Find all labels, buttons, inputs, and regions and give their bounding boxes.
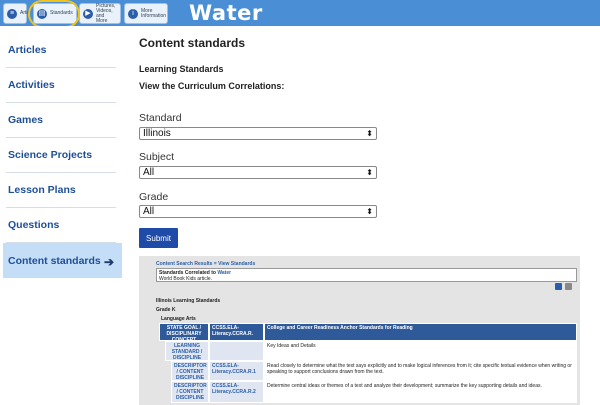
sidebar-item-label: Science Projects: [8, 148, 93, 161]
table-cell[interactable]: DESCRIPTOR / CONTENT DISCIPLINE: [171, 381, 209, 403]
standard-label: Standard: [139, 112, 182, 124]
table-cell[interactable]: CCSS.ELA-Literacy.CCRA.R.1: [209, 361, 264, 381]
table-row: DESCRIPTOR / CONTENT DISCIPLINE CCSS.ELA…: [171, 381, 577, 403]
section-subheading: View the Curriculum Correlations:: [139, 81, 285, 91]
table-cell[interactable]: DESCRIPTOR / CONTENT DISCIPLINE: [171, 361, 209, 381]
updown-chevron-icon: ⬍: [366, 129, 373, 138]
section-heading: Learning Standards: [139, 64, 224, 74]
results-panel: Content Search Results = View Standards …: [139, 256, 580, 405]
tab-pictures-videos[interactable]: ▶ Pictures, Videos, and More: [79, 3, 121, 24]
grade-select-value: All: [143, 206, 155, 217]
sidebar-item-label: Articles: [8, 43, 47, 56]
top-bar: ≡ Artic ▤ Standards ▶ Pictures, Videos, …: [0, 0, 600, 26]
table-cell: Read closely to determine what the text …: [264, 361, 577, 381]
tab-label: More Information: [141, 7, 167, 19]
sidebar-item-articles[interactable]: Articles: [0, 32, 122, 68]
table-cell: College and Career Readiness Anchor Stan…: [264, 323, 577, 341]
results-summary-box: Standards Correlated to Water World Book…: [156, 268, 577, 282]
table-cell[interactable]: LEARNING STANDARD / DISCIPLINE: [165, 341, 209, 361]
sidebar-item-label: Games: [8, 113, 44, 126]
article-icon: ≡: [7, 8, 17, 19]
table-cell: STATE GOAL / DISCIPLINARY CONCEPT: [159, 323, 209, 341]
arrow-right-icon: ➔: [103, 255, 114, 269]
grade-select[interactable]: All ⬍: [139, 205, 377, 218]
correlated-link[interactable]: Water: [217, 270, 231, 276]
sidebar-item-content-standards[interactable]: Content standards ➔: [3, 243, 122, 278]
tab-label: Pictures, Videos, and More: [96, 2, 116, 24]
print-icon[interactable]: [565, 283, 572, 290]
grade-heading: Grade K: [156, 307, 176, 313]
updown-chevron-icon: ⬍: [366, 168, 373, 177]
updown-chevron-icon: ⬍: [366, 207, 373, 216]
article-note: World Book Kids article.: [159, 276, 212, 282]
sidebar-item-lesson-plans[interactable]: Lesson Plans: [0, 172, 122, 208]
media-icon: ▶: [83, 8, 93, 19]
sidebar-item-activities[interactable]: Activities: [0, 67, 122, 103]
tab-highlight-ring: [28, 0, 80, 28]
table-cell: Determine central ideas or themes of a t…: [264, 381, 577, 403]
sidebar-item-questions[interactable]: Questions: [0, 207, 122, 243]
submit-button[interactable]: Submit: [139, 228, 178, 248]
sidebar-item-label: Content standards: [8, 254, 101, 267]
table-cell: Key Ideas and Details: [264, 341, 577, 361]
sidebar-item-label: Activities: [8, 78, 55, 91]
table-cell[interactable]: CCSS.ELA-Literacy.CCRA.R.2: [209, 381, 264, 403]
table-row: STATE GOAL / DISCIPLINARY CONCEPT CCSS.E…: [159, 323, 577, 341]
subject-label: Subject: [139, 151, 175, 163]
brand-title: Water: [189, 1, 263, 25]
subject-heading: Language Arts: [161, 316, 196, 322]
export-icon[interactable]: [555, 283, 562, 290]
table-row: LEARNING STANDARD / DISCIPLINE Key Ideas…: [165, 341, 577, 361]
main-content: Content standards Learning Standards Vie…: [139, 26, 594, 405]
sidebar-item-label: Lesson Plans: [8, 183, 76, 196]
subject-select[interactable]: All ⬍: [139, 166, 377, 179]
sidebar-item-games[interactable]: Games: [0, 102, 122, 138]
results-actions: [555, 283, 572, 290]
subject-select-value: All: [143, 167, 155, 178]
info-icon: i: [128, 8, 138, 19]
table-cell: CCSS.ELA-Literacy.CCRA.R.: [209, 323, 264, 341]
results-breadcrumb[interactable]: Content Search Results = View Standards: [156, 261, 255, 267]
standard-select-value: Illinois: [143, 128, 171, 139]
table-row: DESCRIPTOR / CONTENT DISCIPLINE CCSS.ELA…: [171, 361, 577, 381]
sidebar: Articles Activities Games Science Projec…: [0, 26, 122, 405]
standards-heading: Illinois Learning Standards: [156, 298, 221, 304]
standard-select[interactable]: Illinois ⬍: [139, 127, 377, 140]
page-title: Content standards: [139, 36, 246, 50]
tab-articles[interactable]: ≡ Artic: [3, 3, 30, 24]
sidebar-item-label: Questions: [8, 218, 60, 231]
grade-label: Grade: [139, 191, 169, 203]
table-cell: [209, 341, 264, 361]
tab-more-information[interactable]: i More Information: [124, 3, 168, 24]
sidebar-item-science-projects[interactable]: Science Projects: [0, 137, 122, 173]
